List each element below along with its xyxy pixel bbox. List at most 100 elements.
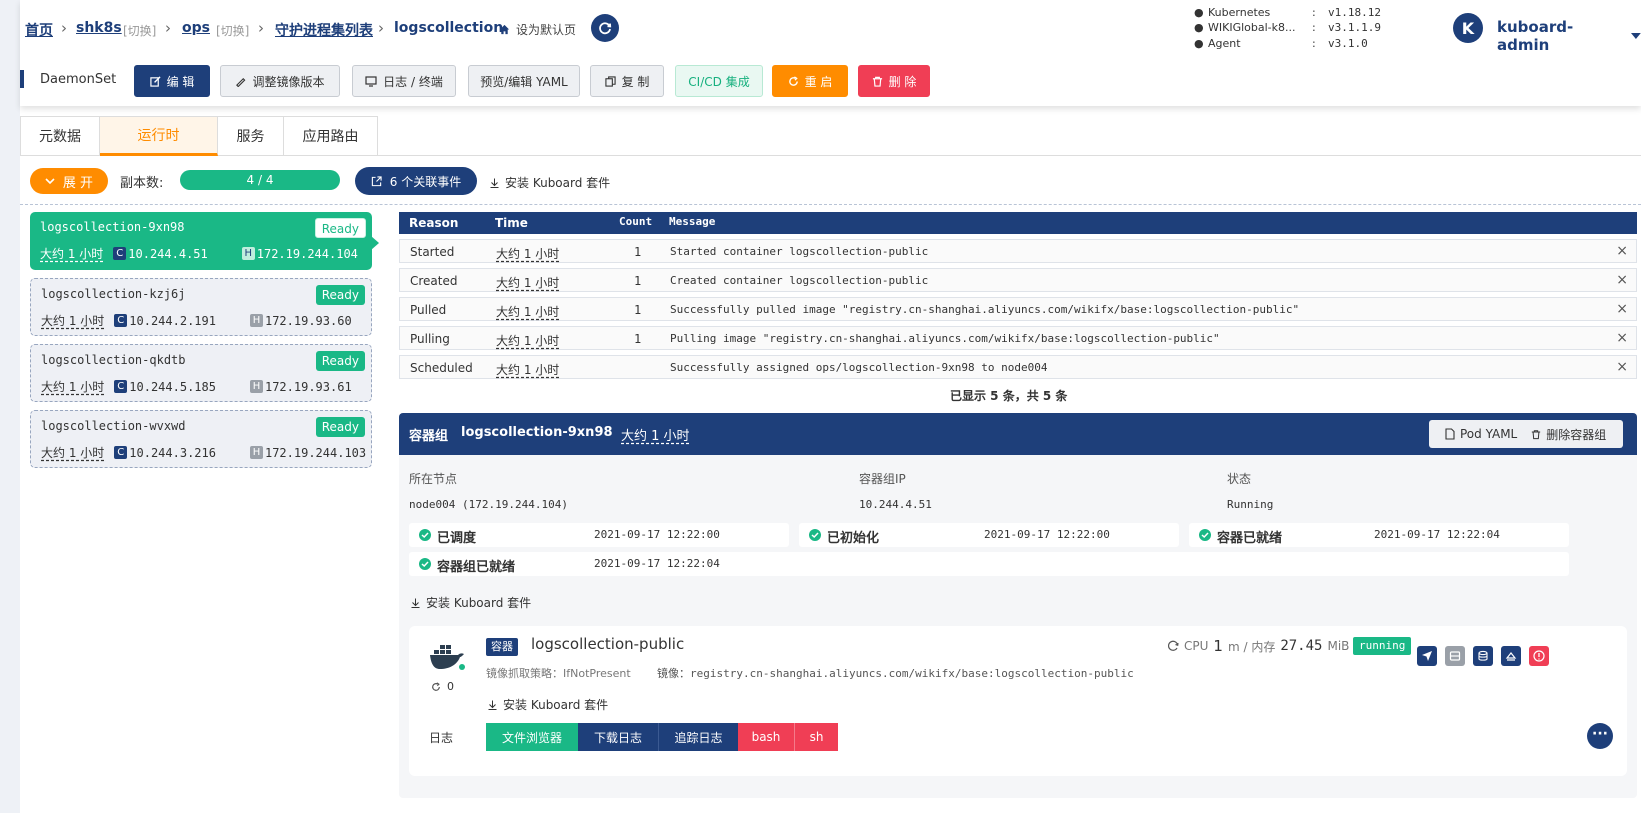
kind-marker [20,70,24,88]
breadcrumb-separator: › [165,19,171,37]
archive-button[interactable] [1445,646,1465,666]
follow-logs-button[interactable]: 追踪日志 [658,723,738,751]
pod-ip-value: 10.244.4.51 [859,498,932,511]
install-suite-link[interactable]: 安装 Kuboard 套件 [411,594,531,611]
bash-button[interactable]: bash [738,723,794,751]
container-ip-tag: C [114,314,128,327]
event-row: Scheduled 大约 1 小时 Successfully assigned op… [399,355,1637,379]
refresh-button[interactable] [591,14,619,42]
version-row: ● WIKIGlobal-k8...: v3.1.1.9 [1194,21,1381,34]
version-row: ● Agent: v3.1.0 [1194,37,1368,50]
pod-yaml-button[interactable]: Pod YAML [1445,427,1517,441]
host-ip-tag: H [241,247,255,260]
expand-button[interactable]: 展 开 [30,168,108,194]
container-badge: 容器 [486,638,518,656]
more-button[interactable]: ··· [1587,723,1613,749]
trash-icon [872,76,882,87]
check-circle-icon [1199,529,1211,541]
edit-button[interactable]: 编 辑 [134,65,210,97]
check-circle-icon [809,529,821,541]
container-state-badge: running [1353,637,1412,655]
condition-initialized: 已初始化 2021-09-17 12:22:00 [799,523,1179,547]
trash-icon [1532,429,1541,439]
edit-icon [149,75,161,87]
preview-yaml-button[interactable]: 预览/编辑 YAML [468,65,580,97]
set-default-page[interactable]: 设为默认页 [499,21,576,38]
adjust-image-button[interactable]: 调整镜像版本 [220,65,340,97]
container-ip-tag: C [114,446,128,459]
file-browser-button[interactable]: 文件浏览器 [486,723,578,751]
tab-metadata[interactable]: 元数据 [20,116,100,156]
breadcrumb-home[interactable]: 首页 [25,20,53,40]
check-circle-icon [419,529,431,541]
host-ip-tag: H [249,380,263,393]
check-circle-icon [419,558,431,570]
pod-list-item[interactable]: logscollection-qkdtb Ready 大约 1 小时 C 10.2… [30,344,372,402]
breadcrumb-separator: › [61,19,67,37]
refresh-icon [599,22,612,35]
brush-icon [236,77,246,87]
selection-pointer [371,236,379,250]
pod-list-item[interactable]: logscollection-kzj6j Ready 大约 1 小时 C 10.2… [30,278,372,336]
eject-button[interactable] [1501,646,1521,666]
avatar[interactable]: K [1453,13,1483,43]
status-badge: Ready [315,285,365,305]
host-ip-tag: H [249,314,263,327]
pod-age: 大约 1 小时 [621,429,690,444]
cicd-button[interactable]: CI/CD 集成 [675,65,763,97]
restart-count: 0 [431,680,454,693]
events-button[interactable]: 6 个关联事件 [355,167,477,195]
tab-services[interactable]: 服务 [218,116,284,156]
node-label: 所在节点 [409,472,458,486]
install-suite-link[interactable]: 安装 Kuboard 套件 [490,174,610,191]
cluster-switch-link[interactable]: [切换] [123,22,156,39]
tab-ingress[interactable]: 应用路由 [284,116,378,156]
close-icon[interactable]: × [1616,330,1628,346]
breadcrumb-daemonset-list[interactable]: 守护进程集列表 [275,20,373,40]
delete-pod-button[interactable]: 删除容器组 [1531,426,1606,443]
sync-icon [1167,640,1179,651]
close-icon[interactable]: × [1616,359,1628,375]
divider [20,204,1641,205]
file-icon [1445,428,1455,440]
close-icon[interactable]: × [1616,272,1628,288]
namespace-switch-link[interactable]: [切换] [216,22,249,39]
restart-button[interactable]: 重 启 [772,65,848,97]
status-badge: Ready [315,417,365,437]
database-icon [1478,650,1488,661]
tab-runtime[interactable]: 运行时 [100,116,218,156]
condition-pod-ready: 容器组已就绪 2021-09-17 12:22:04 [409,552,1569,576]
storage-button[interactable] [1473,646,1493,666]
send-button[interactable] [1417,646,1437,666]
host-ip-tag: H [249,446,263,459]
send-icon [1422,651,1432,661]
replicas-progress-bar: 4 / 4 [180,170,340,190]
log-label: 日志 [429,731,454,745]
sh-button[interactable]: sh [794,723,838,751]
logs-terminal-button[interactable]: 日志 / 终端 [352,65,456,97]
pod-list-item[interactable]: logscollection-wvxwd Ready 大约 1 小时 C 10.2… [30,410,372,468]
download-icon [490,178,499,188]
download-logs-button[interactable]: 下载日志 [578,723,658,751]
copy-button[interactable]: 复 制 [590,65,664,97]
home-icon [499,24,510,35]
external-link-icon [371,175,382,186]
condition-scheduled: 已调度 2021-09-17 12:22:00 [409,523,789,547]
pod-name: logscollection-9xn98 [461,425,613,440]
delete-button[interactable]: 删 除 [858,65,930,97]
version-row: ● Kubernetes: v1.18.12 [1194,6,1381,19]
close-icon[interactable]: × [1616,243,1628,259]
close-icon[interactable]: × [1616,301,1628,317]
info-button[interactable] [1529,646,1549,666]
pod-list-item[interactable]: logscollection-9xn98 Ready 大约 1 小时 C 10.2… [30,212,372,270]
event-row: Created 大约 1 小时 1 Created container logscol… [399,268,1637,292]
install-suite-link[interactable]: 安装 Kuboard 套件 [488,696,608,713]
restart-icon [432,681,440,691]
pod-detail-header: 容器组 logscollection-9xn98 大约 1 小时 Pod YAM… [399,413,1637,455]
breadcrumb-cluster[interactable]: shk8s [76,20,122,36]
user-menu[interactable]: kuboard-admin [1497,18,1641,54]
breadcrumb-namespace[interactable]: ops [182,20,210,36]
resource-kind: DaemonSet [40,72,117,87]
events-table-header: Reason Time Count Message [399,212,1637,234]
top-bar: 首页 › shk8s [切换] › ops [切换] › 守护进程集列表 › l… [20,0,1641,106]
